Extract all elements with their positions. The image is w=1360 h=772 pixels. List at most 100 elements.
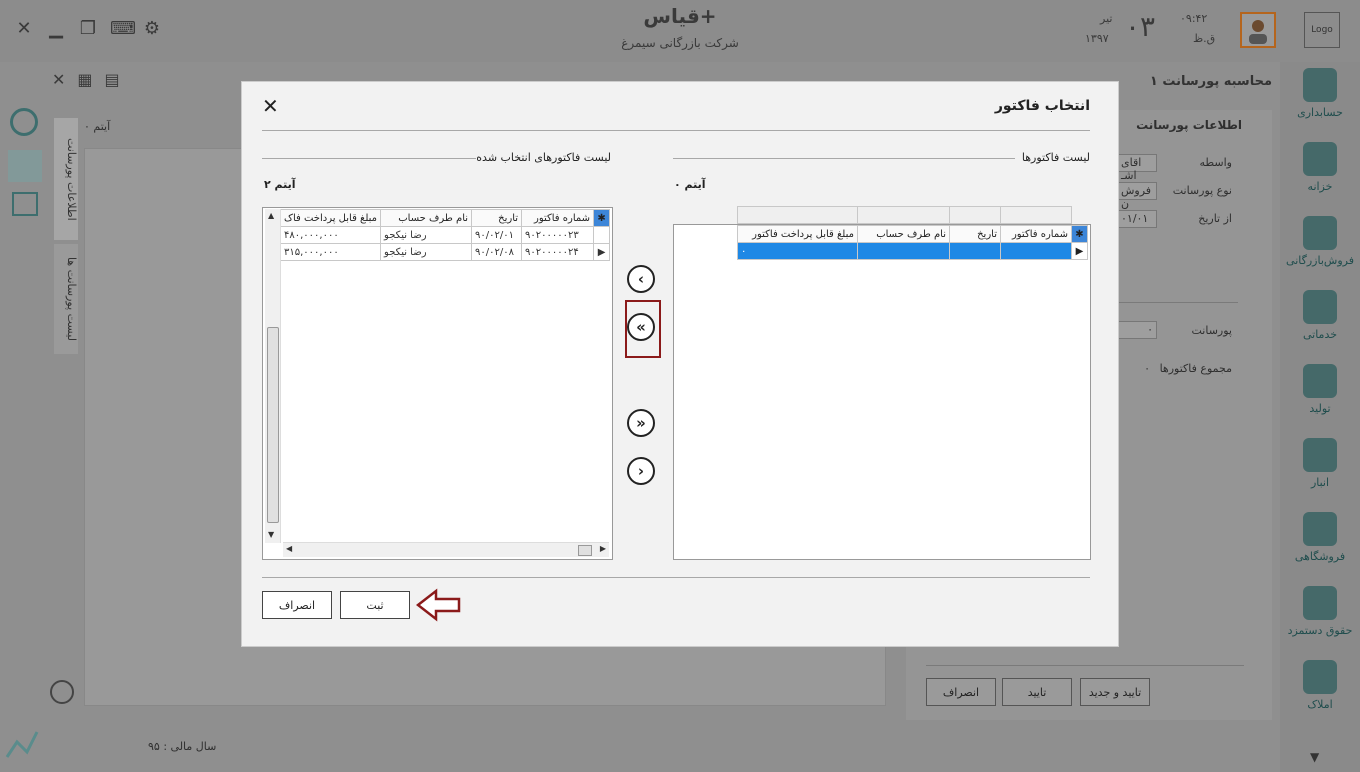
document-icon[interactable] — [8, 150, 42, 182]
new-row-star-icon: ✱ — [593, 209, 611, 227]
warehouse-icon — [1303, 438, 1337, 472]
scroll-left-icon[interactable]: ◀ — [286, 544, 292, 553]
cell-amount[interactable]: ۳۱۵,۰۰۰,۰۰۰ — [279, 243, 382, 261]
table-row[interactable]: ۳۱۵,۰۰۰,۰۰۰ رضا نیکجو ۹۰/۰۲/۰۸ ۹۰۲۰۰۰۰۰۲… — [279, 243, 611, 261]
date-day: ۰۳ — [1125, 10, 1156, 43]
cell-party[interactable]: رضا نیکجو — [380, 243, 473, 261]
cell-number[interactable]: ۹۰۲۰۰۰۰۰۲۴ — [521, 243, 595, 261]
bg-approve-button[interactable]: تایید — [1002, 678, 1072, 706]
title-divider — [262, 130, 1090, 131]
refresh-icon[interactable] — [10, 108, 38, 136]
sidebar-item-warehouse[interactable]: انبار — [1280, 438, 1360, 489]
move-all-right-button[interactable]: » — [627, 409, 655, 437]
bg-agent-label: واسطه — [1199, 156, 1232, 169]
page-title: محاسبه پورسانت ۱ — [1149, 74, 1272, 89]
cell-party[interactable]: رضا نیکجو — [380, 226, 473, 244]
filter-date[interactable] — [949, 206, 1001, 224]
bg-approve-new-button[interactable]: تایید و جدید — [1080, 678, 1150, 706]
vertical-tabs: اطلاعات پورسانت لیست پورسانت ها — [54, 118, 78, 358]
move-all-left-button[interactable]: « — [627, 313, 655, 341]
bg-agent-field[interactable]: اقای اشـ — [1117, 154, 1157, 182]
horizontal-scrollbar[interactable]: ◀ ▶ — [283, 542, 609, 557]
vertical-scrollbar[interactable]: ▲ ▼ — [265, 209, 281, 543]
coins-icon — [1303, 586, 1337, 620]
col-amount-selected[interactable]: مبلغ قابل پرداخت فاک — [279, 209, 382, 227]
calendar-icon[interactable]: ▤ — [105, 70, 120, 89]
invoices-filter-row — [737, 206, 1072, 224]
export-icon[interactable] — [12, 192, 38, 216]
toolbar-icons: ✕ ▦ ▤ — [52, 70, 120, 89]
sidebar-item-treasury[interactable]: خزانه — [1280, 142, 1360, 193]
col-number[interactable]: شماره فاکتور — [1000, 225, 1072, 243]
sidebar-item-services[interactable]: خدماتی — [1280, 290, 1360, 341]
date-month: تیر — [1100, 12, 1113, 25]
bg-items-count: ۰ آیتم — [84, 120, 111, 133]
col-party[interactable]: نام طرف حساب — [857, 225, 950, 243]
footer-divider — [262, 577, 1090, 578]
close-tab-icon[interactable]: ✕ — [52, 70, 65, 89]
move-one-left-button[interactable]: ‹ — [627, 265, 655, 293]
scroll-up-icon[interactable]: ▲ — [268, 211, 274, 220]
close-app-icon[interactable]: ✕ — [14, 18, 34, 39]
col-party-selected[interactable]: نام طرف حساب — [380, 209, 473, 227]
cell-amount[interactable]: ۰ — [737, 242, 858, 260]
filter-number[interactable] — [1000, 206, 1072, 224]
production-icon — [1303, 364, 1337, 398]
minimize-icon[interactable]: ▁ — [46, 18, 66, 39]
restore-icon[interactable]: ❐ — [78, 18, 98, 39]
tab-commission-info[interactable]: اطلاعات پورسانت — [54, 118, 78, 240]
store-icon — [1303, 512, 1337, 546]
scroll-thumb[interactable] — [267, 327, 279, 523]
cell-date[interactable]: ۹۰/۰۲/۰۱ — [471, 226, 523, 244]
move-one-right-button[interactable]: › — [627, 457, 655, 485]
bg-cancel-button[interactable]: انصراف — [926, 678, 996, 706]
cell-date[interactable]: ۹۰/۰۲/۰۸ — [471, 243, 523, 261]
table-row[interactable]: ۴۸۰,۰۰۰,۰۰۰ رضا نیکجو ۹۰/۰۲/۰۱ ۹۰۲۰۰۰۰۰۲… — [279, 226, 611, 244]
scroll-down-icon[interactable]: ▼ — [268, 530, 274, 539]
sidebar-item-store[interactable]: فروشگاهی — [1280, 512, 1360, 563]
invoices-table: مبلغ قابل پرداخت فاکتور نام طرف حساب تار… — [737, 225, 1088, 260]
date-year: ۱۳۹۷ — [1085, 32, 1109, 45]
gear-service-icon — [1303, 290, 1337, 324]
grid-icon[interactable]: ▦ — [77, 70, 92, 89]
list-clear-icon[interactable] — [50, 680, 74, 704]
submit-button[interactable]: ثبت — [340, 591, 410, 619]
invoices-grid[interactable]: مبلغ قابل پرداخت فاکتور نام طرف حساب تار… — [673, 206, 1091, 560]
selected-invoices-grid[interactable]: مبلغ قابل پرداخت فاک نام طرف حساب تاریخ … — [262, 207, 613, 560]
bg-invoices-total-label: مجموع فاکتورها — [1159, 362, 1232, 375]
bg-type-field[interactable]: فروش ن — [1117, 182, 1157, 210]
left-icon-strip — [0, 102, 50, 772]
bg-from-date-label: از تاریخ — [1198, 212, 1232, 225]
scroll-right-icon[interactable]: ▶ — [600, 544, 606, 553]
col-date[interactable]: تاریخ — [949, 225, 1001, 243]
bg-from-date-field[interactable]: ۰۱/۰۱ — [1117, 210, 1157, 228]
col-amount[interactable]: مبلغ قابل پرداخت فاکتور — [737, 225, 858, 243]
sidebar-item-payroll[interactable]: حقوق دستمزد — [1280, 586, 1360, 637]
globe-sales-icon — [1303, 216, 1337, 250]
sidebar-item-accounting[interactable]: حسابداری — [1280, 68, 1360, 119]
tab-commission-list[interactable]: لیست پورسانت ها — [54, 244, 78, 354]
cancel-button[interactable]: انصراف — [262, 591, 332, 619]
table-row[interactable]: ۰ ▶ — [737, 242, 1088, 260]
modules-sidebar: حسابداری خزانه فروش‌بازرگانی خدماتی تولی… — [1280, 62, 1360, 772]
col-number-selected[interactable]: شماره فاکتور — [521, 209, 595, 227]
sidebar-item-realestate[interactable]: املاک — [1280, 660, 1360, 711]
bg-commission-field[interactable]: ۰ — [1117, 321, 1157, 339]
scroll-thumb[interactable] — [578, 545, 592, 556]
filter-party[interactable] — [857, 206, 950, 224]
bg-section-title: اطلاعات پورسانت — [1136, 118, 1242, 132]
settings-gear-icon[interactable]: ⚙ — [142, 18, 162, 39]
sidebar-item-sales[interactable]: فروش‌بازرگانی — [1280, 216, 1360, 267]
scroll-down-icon[interactable]: ▼ — [1310, 750, 1319, 764]
col-date-selected[interactable]: تاریخ — [471, 209, 523, 227]
user-avatar-icon[interactable] — [1240, 12, 1276, 48]
cell-amount[interactable]: ۴۸۰,۰۰۰,۰۰۰ — [279, 226, 382, 244]
cell-number[interactable]: ۹۰۲۰۰۰۰۰۲۳ — [521, 226, 595, 244]
date-time: ۰۳ تیر ۱۳۹۷ ۰۹:۴۲ ق.ظ — [1085, 10, 1225, 50]
sidebar-item-production[interactable]: تولید — [1280, 364, 1360, 415]
filter-amount[interactable] — [737, 206, 858, 224]
house-icon — [1303, 660, 1337, 694]
keyboard-icon[interactable]: ⌨ — [110, 18, 136, 39]
bg-invoices-total-value: ۰ — [1144, 362, 1150, 375]
close-icon[interactable]: ✕ — [262, 94, 279, 118]
